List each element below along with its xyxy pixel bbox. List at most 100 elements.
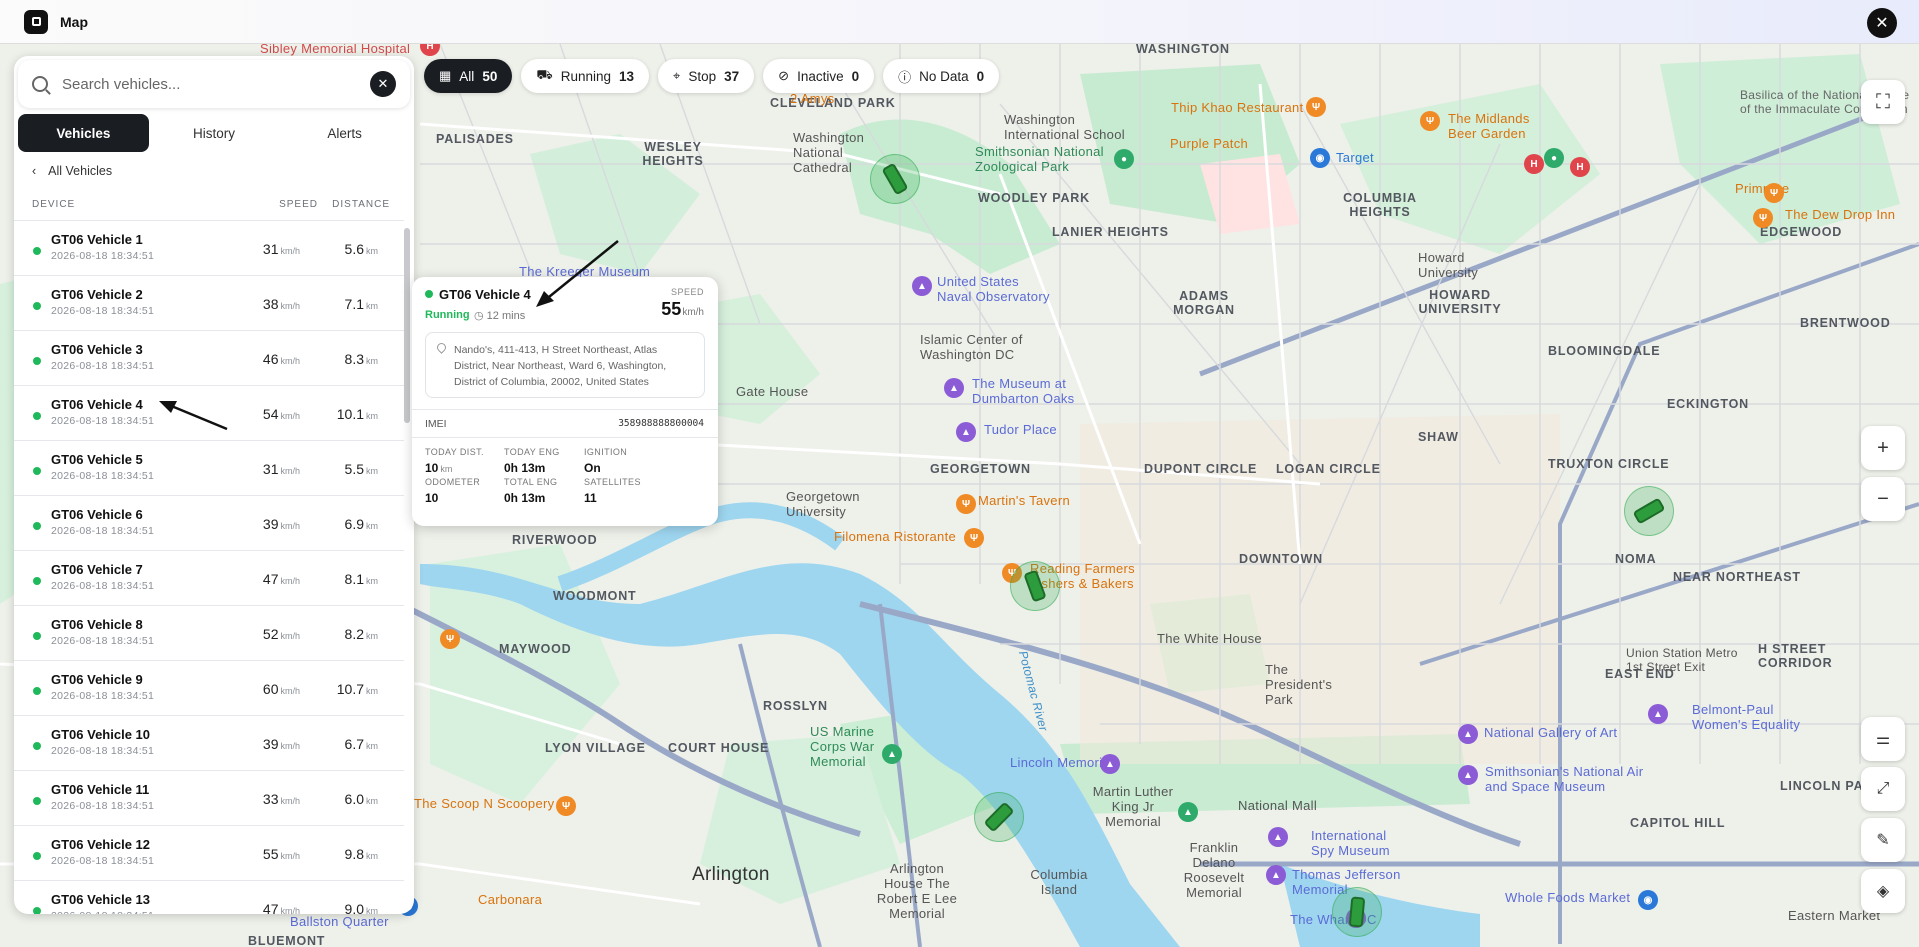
- map-settings-button[interactable]: ⚌: [1861, 717, 1905, 761]
- zoom-out-button[interactable]: −: [1861, 477, 1905, 521]
- memorial-icon[interactable]: ▲: [1100, 754, 1120, 774]
- restaurant-icon[interactable]: Ψ: [1764, 183, 1784, 203]
- popup-status: Running: [425, 309, 470, 321]
- shopping-icon[interactable]: ◉: [1638, 890, 1658, 910]
- vehicle-distance: 10.1 km: [337, 406, 378, 422]
- vehicle-list-item[interactable]: GT06 Vehicle 7 2026-08-18 18:34:51 47 km/h 8…: [14, 550, 404, 605]
- vehicle-list-item[interactable]: GT06 Vehicle 3 2026-08-18 18:34:51 46 km/h 8…: [14, 330, 404, 385]
- back-to-all-vehicles[interactable]: ‹ All Vehicles: [32, 164, 112, 178]
- vehicle-speed: 60 km/h: [263, 681, 300, 697]
- tab-alerts[interactable]: Alerts: [279, 114, 410, 152]
- vehicle-marker[interactable]: [974, 792, 1024, 842]
- map-area-label: MAYWOOD: [499, 642, 572, 656]
- restaurant-icon[interactable]: Ψ: [956, 494, 976, 514]
- restaurant-icon[interactable]: Ψ: [556, 796, 576, 816]
- map-poi-label: Filomena Ristorante: [834, 529, 957, 544]
- map-poi-label: Thip Khao Restaurant: [1171, 100, 1304, 115]
- tab-vehicles[interactable]: Vehicles: [18, 114, 149, 152]
- stat-value-wrap: 0h 13m: [504, 491, 557, 505]
- vehicle-distance: 7.1 km: [345, 296, 378, 312]
- clear-search-button[interactable]: ✕: [370, 71, 396, 97]
- restaurant-icon[interactable]: Ψ: [1420, 111, 1440, 131]
- vehicle-marker[interactable]: [1624, 486, 1674, 536]
- vehicle-list-item[interactable]: GT06 Vehicle 8 2026-08-18 18:34:51 52 km/h 8…: [14, 605, 404, 660]
- vehicle-distance: 10.7 km: [337, 681, 378, 697]
- landmark-icon[interactable]: ▲: [912, 276, 932, 296]
- museum-icon[interactable]: ▲: [944, 378, 964, 398]
- vehicle-marker[interactable]: [1332, 887, 1382, 937]
- pin-icon: ⌖: [673, 68, 681, 83]
- search-input[interactable]: [62, 75, 352, 93]
- restaurant-icon[interactable]: Ψ: [1753, 208, 1773, 228]
- restaurant-icon[interactable]: Ψ: [964, 528, 984, 548]
- fullscreen-button[interactable]: ⛶: [1861, 80, 1905, 124]
- map-area-label: WOODMONT: [553, 589, 637, 603]
- status-dot: [33, 742, 41, 750]
- status-dot: [425, 290, 433, 298]
- vehicle-marker[interactable]: [1010, 561, 1060, 611]
- museum-icon[interactable]: ▲: [1458, 765, 1478, 785]
- vehicle-list-item[interactable]: GT06 Vehicle 1 2026-08-18 18:34:51 31 km/h 5…: [14, 220, 404, 275]
- distance-unit: km: [366, 686, 378, 696]
- vehicle-distance-value: 6.0: [344, 791, 364, 807]
- vehicle-list-item[interactable]: GT06 Vehicle 2 2026-08-18 18:34:51 38 km/h 7…: [14, 275, 404, 330]
- vehicle-list-item[interactable]: GT06 Vehicle 10 2026-08-18 18:34:51 39 km/h…: [14, 715, 404, 770]
- museum-icon[interactable]: ▲: [1268, 827, 1288, 847]
- vehicle-list-item[interactable]: GT06 Vehicle 6 2026-08-18 18:34:51 39 km/h 6…: [14, 495, 404, 550]
- distance-unit: km: [366, 796, 378, 806]
- restaurant-icon[interactable]: Ψ: [440, 629, 460, 649]
- vehicle-timestamp: 2026-08-18 18:34:51: [51, 800, 155, 812]
- vehicle-marker[interactable]: [870, 154, 920, 204]
- map-poi-label: Smithsonian's National Air and Space Mus…: [1485, 764, 1644, 794]
- annotation-arrow: [159, 401, 228, 431]
- map-area-label: NOMA: [1615, 552, 1657, 566]
- map-area-label: DOWNTOWN: [1239, 552, 1323, 566]
- close-window-button[interactable]: ✕: [1867, 8, 1897, 38]
- tab-history[interactable]: History: [149, 114, 280, 152]
- filter-inactive-chip[interactable]: ⊘ Inactive 0: [763, 59, 875, 93]
- hospital-icon[interactable]: H: [1570, 157, 1590, 177]
- vehicle-timestamp: 2026-08-18 18:34:51: [51, 910, 154, 914]
- memorial-icon[interactable]: ▲: [882, 744, 902, 764]
- map-poi-label: International Spy Museum: [1311, 828, 1390, 858]
- shopping-icon[interactable]: ◉: [1310, 148, 1330, 168]
- map-area-label: LANIER HEIGHTS: [1052, 225, 1169, 239]
- park-icon[interactable]: ●: [1544, 148, 1564, 168]
- vehicle-distance-value: 8.3: [344, 351, 364, 367]
- filter-all-chip[interactable]: ▦ All 50: [424, 59, 513, 93]
- zoom-in-button[interactable]: +: [1861, 426, 1905, 470]
- vehicle-list-item[interactable]: GT06 Vehicle 11 2026-08-18 18:34:51 33 km/h…: [14, 770, 404, 825]
- map-area-label: GEORGETOWN: [930, 462, 1031, 476]
- zoo-icon[interactable]: ●: [1114, 149, 1134, 169]
- filter-stop-chip[interactable]: ⌖ Stop 37: [658, 59, 755, 93]
- vehicle-distance-value: 10.7: [336, 681, 364, 697]
- list-scrollbar[interactable]: [404, 214, 410, 914]
- status-dot: [33, 632, 41, 640]
- magic-wand-icon: ✎: [1876, 832, 1890, 849]
- filter-no-data-chip[interactable]: ⓘ No Data 0: [883, 59, 1000, 93]
- expand-button[interactable]: ⤢: [1861, 767, 1905, 811]
- memorial-icon[interactable]: ▲: [1266, 865, 1286, 885]
- close-icon: ✕: [377, 76, 389, 91]
- layers-button[interactable]: ◈: [1861, 869, 1905, 913]
- museum-icon[interactable]: ▲: [1458, 724, 1478, 744]
- vehicle-distance: 6.9 km: [345, 516, 378, 532]
- memorial-icon[interactable]: ▲: [1178, 802, 1198, 822]
- vehicle-list-item[interactable]: GT06 Vehicle 13 2026-08-18 18:34:51 47km/h…: [14, 880, 404, 914]
- hospital-icon[interactable]: H: [1524, 154, 1544, 174]
- vehicle-speed-value: 31: [262, 461, 279, 477]
- draw-tool-button[interactable]: ✎: [1861, 818, 1905, 862]
- vehicle-speed: 52 km/h: [263, 626, 300, 642]
- filter-label: No Data: [919, 68, 969, 84]
- filter-running-chip[interactable]: ⛟ Running 13: [521, 59, 650, 93]
- scrollbar-thumb[interactable]: [404, 228, 410, 423]
- map-poi-label: Georgetown University: [786, 489, 860, 519]
- vehicle-list-item[interactable]: GT06 Vehicle 9 2026-08-18 18:34:51 60 km/h 1…: [14, 660, 404, 715]
- distance-unit: km: [366, 576, 378, 586]
- divider: [412, 437, 718, 438]
- vehicle-list-item[interactable]: GT06 Vehicle 12 2026-08-18 18:34:51 55 km/h…: [14, 825, 404, 880]
- restaurant-icon[interactable]: Ψ: [1306, 97, 1326, 117]
- museum-icon[interactable]: ▲: [1648, 704, 1668, 724]
- landmark-icon[interactable]: ▲: [956, 422, 976, 442]
- vehicle-list-item[interactable]: GT06 Vehicle 5 2026-08-18 18:34:51 31 km/h 5…: [14, 440, 404, 495]
